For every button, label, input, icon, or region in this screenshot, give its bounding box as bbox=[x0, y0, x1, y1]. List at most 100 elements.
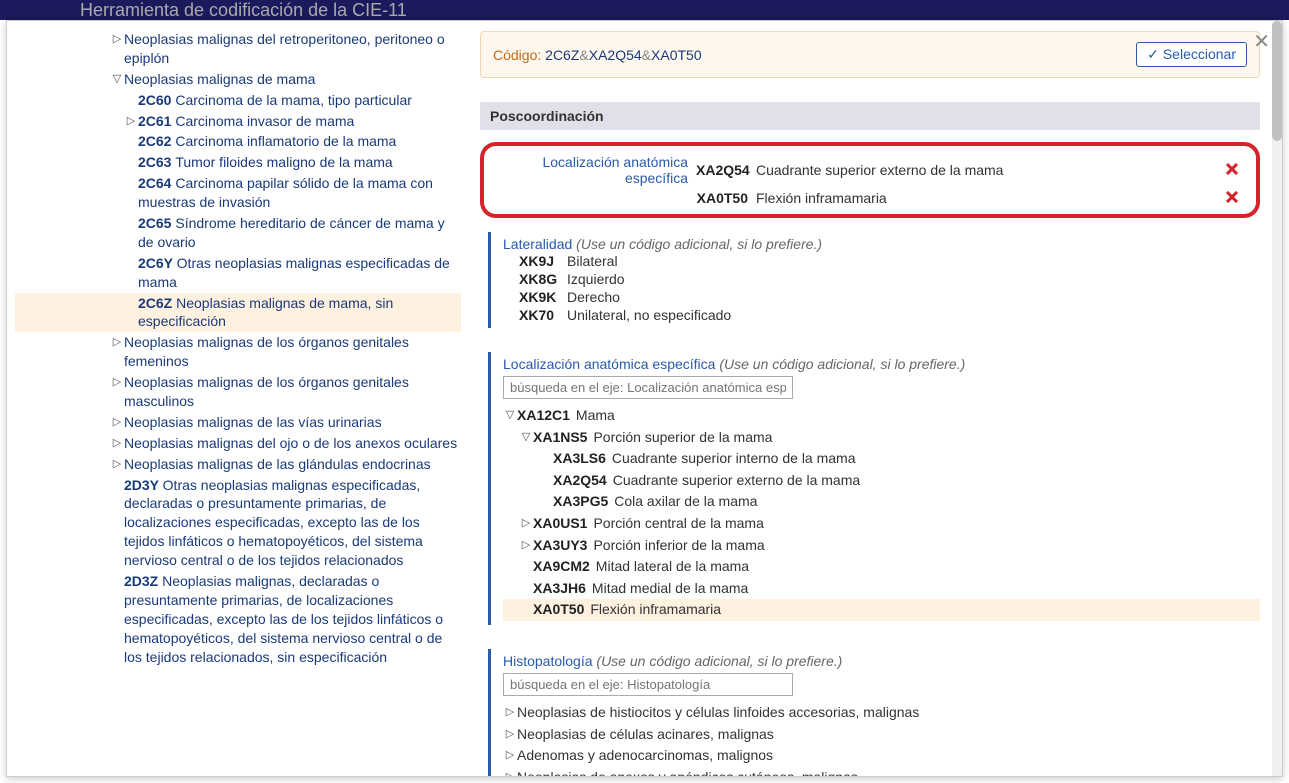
chevron-right-icon[interactable]: ▷ bbox=[110, 455, 124, 472]
tree-item[interactable]: ▷2C61 Carcinoma invasor de mama bbox=[15, 111, 461, 132]
chevron-right-icon[interactable]: ▷ bbox=[503, 725, 517, 742]
anatomic-code: XA9CM2 bbox=[533, 557, 596, 577]
anatomic-item[interactable]: XA3PG5Cola axilar de la mama bbox=[503, 491, 1260, 513]
chevron-down-icon[interactable]: ▽ bbox=[519, 428, 533, 445]
histo-search-input[interactable] bbox=[503, 673, 793, 696]
anatomic-item[interactable]: XA9CM2Mitad lateral de la mama bbox=[503, 556, 1260, 578]
select-button[interactable]: ✓ Seleccionar bbox=[1136, 42, 1247, 67]
tree-item[interactable]: 2C6Z Neoplasias malignas de mama, sin es… bbox=[15, 293, 461, 333]
anatomic-desc: Flexión inframamaria bbox=[590, 600, 721, 620]
tree-item[interactable]: ▷Neoplasias malignas de los órganos geni… bbox=[15, 372, 461, 412]
tree-label[interactable]: 2C62 Carcinoma inflamatorio de la mama bbox=[138, 132, 396, 151]
tree-label[interactable]: Neoplasias malignas de las vías urinaria… bbox=[124, 413, 382, 432]
anatomic-item[interactable]: XA2Q54Cuadrante superior externo de la m… bbox=[503, 470, 1260, 492]
chevron-right-icon[interactable]: ▷ bbox=[110, 413, 124, 430]
axis-title[interactable]: Lateralidad bbox=[503, 236, 572, 252]
tree-item[interactable]: 2C64 Carcinoma papilar sólido de la mama… bbox=[15, 173, 461, 213]
postcoord-desc: Flexión inframamaria bbox=[756, 190, 1226, 206]
laterality-option[interactable]: XK70Unilateral, no especificado bbox=[503, 306, 1260, 324]
anatomic-item[interactable]: XA3JH6Mitad medial de la mama bbox=[503, 578, 1260, 600]
axis-title[interactable]: Localización anatómica específica bbox=[503, 356, 715, 372]
chevron-right-icon[interactable]: ▷ bbox=[519, 514, 533, 531]
tree-label[interactable]: 2D3Y Otras neoplasias malignas especific… bbox=[124, 476, 461, 570]
anatomic-item[interactable]: ▷XA3UY3Porción inferior de la mama bbox=[503, 535, 1260, 557]
tree-code: 2C61 bbox=[138, 113, 175, 129]
page-scrollbar[interactable] bbox=[1272, 21, 1282, 776]
laterality-option[interactable]: XK9KDerecho bbox=[503, 288, 1260, 306]
histo-item[interactable]: ▷Neoplasias de células acinares, maligna… bbox=[503, 724, 1260, 746]
anatomic-code: XA3UY3 bbox=[533, 536, 593, 556]
tree-code: 2D3Z bbox=[124, 573, 162, 589]
tree-label[interactable]: 2C60 Carcinoma de la mama, tipo particul… bbox=[138, 91, 412, 110]
tree-item[interactable]: 2D3Y Otras neoplasias malignas especific… bbox=[15, 475, 461, 571]
chevron-right-icon[interactable]: ▷ bbox=[503, 768, 517, 776]
postcoord-desc: Cuadrante superior externo de la mama bbox=[756, 162, 1226, 178]
tree-label[interactable]: 2D3Z Neoplasias malignas, declaradas o p… bbox=[124, 572, 461, 666]
option-desc: Bilateral bbox=[567, 253, 618, 269]
histo-item[interactable]: ▷Neoplasias de histiocitos y células lin… bbox=[503, 702, 1260, 724]
tree-label[interactable]: 2C64 Carcinoma papilar sólido de la mama… bbox=[138, 174, 461, 212]
histo-item[interactable]: ▷Adenomas y adenocarcinomas, malignos bbox=[503, 745, 1260, 767]
tree-item[interactable]: ▷Neoplasias malignas de las glándulas en… bbox=[15, 454, 461, 475]
option-desc: Derecho bbox=[567, 289, 620, 305]
axis-histopathology: Histopatología (Use un código adicional,… bbox=[488, 649, 1260, 776]
tree-item[interactable]: ▷Neoplasias malignas del ojo o de los an… bbox=[15, 433, 461, 454]
anatomic-item[interactable]: ▷XA0US1Porción central de la mama bbox=[503, 513, 1260, 535]
chevron-right-icon[interactable]: ▷ bbox=[110, 434, 124, 451]
anatomic-search-input[interactable] bbox=[503, 376, 793, 399]
tree-label[interactable]: 2C65 Síndrome hereditario de cáncer de m… bbox=[138, 214, 461, 252]
chevron-right-icon[interactable]: ▷ bbox=[503, 703, 517, 720]
scrollbar-thumb[interactable] bbox=[1272, 21, 1282, 141]
delete-icon[interactable] bbox=[1226, 190, 1244, 206]
laterality-option[interactable]: XK9JBilateral bbox=[503, 252, 1260, 270]
anatomic-item[interactable]: ▽XA12C1Mama bbox=[503, 405, 1260, 427]
close-icon[interactable]: ✕ bbox=[1253, 29, 1270, 54]
tree-label[interactable]: Neoplasias malignas de los órganos genit… bbox=[124, 373, 461, 411]
chevron-right-icon[interactable]: ▷ bbox=[503, 746, 517, 763]
tree-label[interactable]: Neoplasias malignas del retroperitoneo, … bbox=[124, 30, 461, 68]
tree-spacer bbox=[519, 557, 533, 559]
code-summary-bar: Código: 2C6Z&XA2Q54&XA0T50 ✓ Seleccionar bbox=[480, 31, 1260, 78]
tree-label[interactable]: 2C61 Carcinoma invasor de mama bbox=[138, 112, 354, 131]
anatomic-item[interactable]: XA0T50Flexión inframamaria bbox=[503, 599, 1260, 621]
tree-label[interactable]: 2C6Y Otras neoplasias malignas especific… bbox=[138, 254, 461, 292]
tree-label[interactable]: Neoplasias malignas de los órganos genit… bbox=[124, 333, 461, 371]
chevron-right-icon[interactable]: ▷ bbox=[124, 112, 138, 129]
option-code: XK70 bbox=[519, 307, 567, 323]
tree-item[interactable]: 2C62 Carcinoma inflamatorio de la mama bbox=[15, 131, 461, 152]
tree-item[interactable]: ▷Neoplasias malignas de las vías urinari… bbox=[15, 412, 461, 433]
tree-item[interactable]: 2D3Z Neoplasias malignas, declaradas o p… bbox=[15, 571, 461, 667]
tree-label[interactable]: 2C63 Tumor filoides maligno de la mama bbox=[138, 153, 393, 172]
right-content[interactable]: Código: 2C6Z&XA2Q54&XA0T50 ✓ Seleccionar… bbox=[462, 21, 1272, 776]
chevron-right-icon[interactable]: ▷ bbox=[110, 30, 124, 47]
anatomic-item[interactable]: XA3LS6Cuadrante superior interno de la m… bbox=[503, 448, 1260, 470]
tree-code: 2C6Y bbox=[138, 255, 177, 271]
anatomic-code: XA12C1 bbox=[517, 406, 576, 426]
tree-label[interactable]: Neoplasias malignas de mama bbox=[124, 70, 315, 89]
tree-item[interactable]: 2C65 Síndrome hereditario de cáncer de m… bbox=[15, 213, 461, 253]
chevron-down-icon[interactable]: ▽ bbox=[503, 406, 517, 423]
tree-item[interactable]: ▷Neoplasias malignas del retroperitoneo,… bbox=[15, 29, 461, 69]
axis-title[interactable]: Histopatología bbox=[503, 653, 593, 669]
tree-item[interactable]: 2C6Y Otras neoplasias malignas especific… bbox=[15, 253, 461, 293]
tree-label[interactable]: Neoplasias malignas de las glándulas end… bbox=[124, 455, 431, 474]
option-desc: Unilateral, no especificado bbox=[567, 307, 731, 323]
left-tree-pane[interactable]: ▷Neoplasias malignas del retroperitoneo,… bbox=[7, 21, 462, 776]
anatomic-desc: Cola axilar de la mama bbox=[614, 492, 757, 512]
chevron-right-icon[interactable]: ▷ bbox=[519, 536, 533, 553]
chevron-right-icon[interactable]: ▷ bbox=[110, 333, 124, 350]
tree-item[interactable]: ▷Neoplasias malignas de los órganos geni… bbox=[15, 332, 461, 372]
tree-item[interactable]: ▽Neoplasias malignas de mama bbox=[15, 69, 461, 90]
delete-icon[interactable] bbox=[1226, 162, 1244, 178]
tree-label[interactable]: 2C6Z Neoplasias malignas de mama, sin es… bbox=[138, 294, 461, 332]
option-code: XK9J bbox=[519, 253, 567, 269]
tree-item[interactable]: 2C60 Carcinoma de la mama, tipo particul… bbox=[15, 90, 461, 111]
tree-code: 2C6Z bbox=[138, 295, 176, 311]
tree-label[interactable]: Neoplasias malignas del ojo o de los ane… bbox=[124, 434, 457, 453]
laterality-option[interactable]: XK8GIzquierdo bbox=[503, 270, 1260, 288]
chevron-right-icon[interactable]: ▷ bbox=[110, 373, 124, 390]
tree-item[interactable]: 2C63 Tumor filoides maligno de la mama bbox=[15, 152, 461, 173]
anatomic-item[interactable]: ▽XA1NS5Porción superior de la mama bbox=[503, 427, 1260, 449]
chevron-down-icon[interactable]: ▽ bbox=[110, 70, 124, 87]
histo-item[interactable]: ▷Neoplasias de anexos y apéndices cutáne… bbox=[503, 767, 1260, 776]
